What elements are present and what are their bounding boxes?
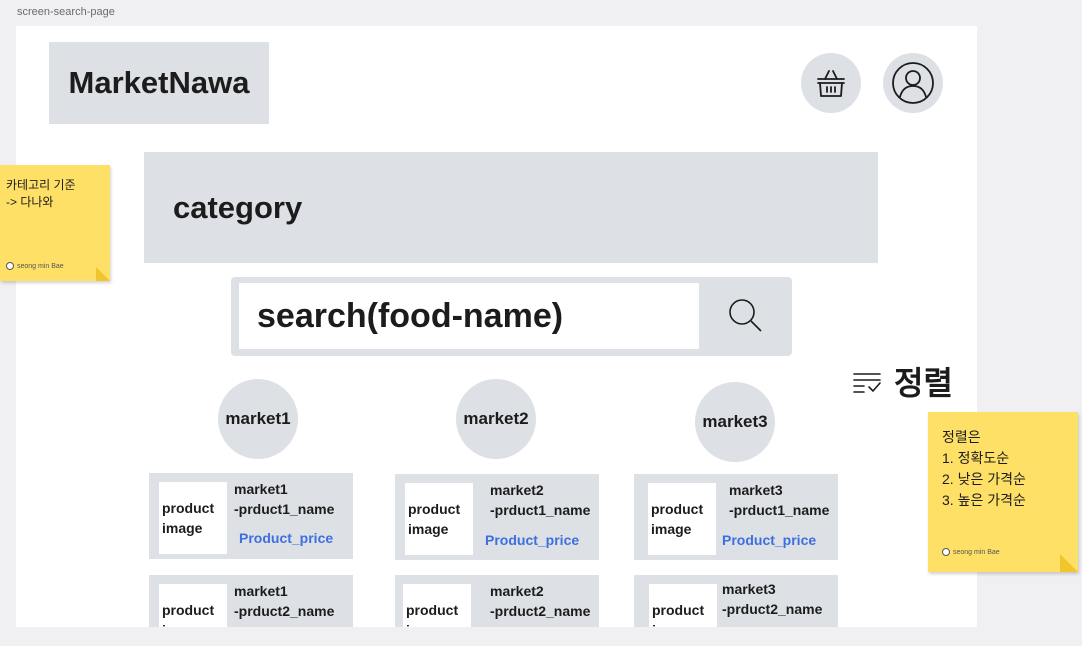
sticky-note-author: seong min Bae [942,548,1000,556]
image-label: image [651,521,692,537]
sort-label: 정렬 [894,365,953,401]
product-name: market3 -prduct2_name [722,579,822,620]
image-label: product [408,500,461,517]
product-image: product image [649,584,717,627]
product-market: market3 [722,581,776,597]
market-tab-market2[interactable]: market2 [456,379,536,459]
sticky-note-line: 3. 높은 가격순 [942,492,1026,508]
sticky-note-line: 2. 낮은 가격순 [942,471,1026,487]
logo[interactable]: MarketNawa [49,42,269,124]
market-name: market2 [463,409,529,428]
product-image: product image [648,483,716,555]
profile-button[interactable] [883,53,943,113]
image-label: product [162,601,215,618]
sticky-note-fold [96,267,110,281]
image-label: image [652,620,717,627]
market-name: market1 [225,409,291,428]
market-name: market3 [702,412,768,431]
search-button[interactable] [705,283,785,349]
product-image: product image [405,483,473,555]
image-label: image [406,620,471,627]
sticky-note-category[interactable]: 카테고리 기준 -> 다나와 seong min Bae [0,165,110,281]
sticky-note-line: 1. 정확도순 [942,450,1010,466]
image-label: image [162,620,227,627]
product-card[interactable]: product image market1 -prduct1_name Prod… [149,473,353,559]
user-avatar-icon [892,62,934,104]
image-label: product [652,601,705,618]
sticky-note-line: 카테고리 기준 [6,178,76,192]
product-price: Product_price [239,530,334,546]
image-label: product [162,499,215,516]
category-banner[interactable]: category [144,152,878,263]
product-name: market2 -prduct1_name [490,480,590,521]
product-card[interactable]: product image market2 -prduct1_name Prod… [395,474,599,560]
product-title: -prduct1_name [729,502,830,519]
product-card[interactable]: product image market2 -prduct2_name [395,575,599,627]
product-name: market1 -prduct2_name [234,581,334,622]
market-tab-market1[interactable]: market1 [218,379,298,459]
image-label: image [162,520,203,536]
sticky-note-line: 정렬은 [942,429,981,445]
product-title: -prduct2_name [490,603,591,620]
cart-button[interactable] [801,53,861,113]
product-card[interactable]: product image market3 -prduct1_name Prod… [634,474,838,560]
sort-list-icon [853,373,881,393]
product-market: market1 [234,481,288,497]
product-market: market2 [490,583,544,599]
image-label: product [651,500,704,517]
sort-control[interactable]: 정렬 [852,358,953,404]
sticky-note-sort[interactable]: 정렬은 1. 정확도순 2. 낮은 가격순 3. 높은 가격순 seong mi… [928,412,1078,572]
sticky-note-text: 카테고리 기준 -> 다나와 [6,177,76,211]
search-input[interactable] [239,283,699,349]
frame-label: screen-search-page [17,6,115,18]
product-card[interactable]: product image market3 -prduct2_name [634,575,838,627]
market-tab-market3[interactable]: market3 [695,382,775,462]
author-name: seong min Bae [17,262,64,270]
author-name: seong min Bae [953,548,1000,556]
author-avatar [6,262,14,270]
search-icon [729,299,762,332]
image-label: product [406,601,459,618]
product-name: market1 -prduct1_name [234,479,334,520]
image-label: image [408,521,449,537]
author-avatar [942,548,950,556]
search-page-frame: MarketNawa category search(food-name) 정렬… [16,26,977,627]
product-title: -prduct2_name [234,603,335,620]
product-image: product image [159,584,227,627]
product-price: Product_price [722,532,817,548]
search-bar [231,277,792,356]
product-market: market1 [234,583,288,599]
product-image: product image [159,482,227,554]
sticky-note-line: -> 다나와 [6,194,54,209]
sticky-note-author: seong min Bae [6,262,64,270]
product-price: Product_price [485,532,580,548]
product-name: market2 -prduct2_name [490,581,590,622]
product-title: -prduct1_name [234,501,335,518]
basket-icon [817,70,845,97]
product-market: market2 [490,482,544,498]
product-card[interactable]: product image market1 -prduct2_name [149,575,353,627]
product-title: -prduct2_name [722,601,823,618]
product-market: market3 [729,482,783,498]
product-title: -prduct1_name [490,502,591,519]
product-name: market3 -prduct1_name [729,480,829,521]
product-image: product image [403,584,471,627]
sticky-note-fold [1060,554,1078,572]
sticky-note-text: 정렬은 1. 정확도순 2. 낮은 가격순 3. 높은 가격순 [942,427,1026,511]
